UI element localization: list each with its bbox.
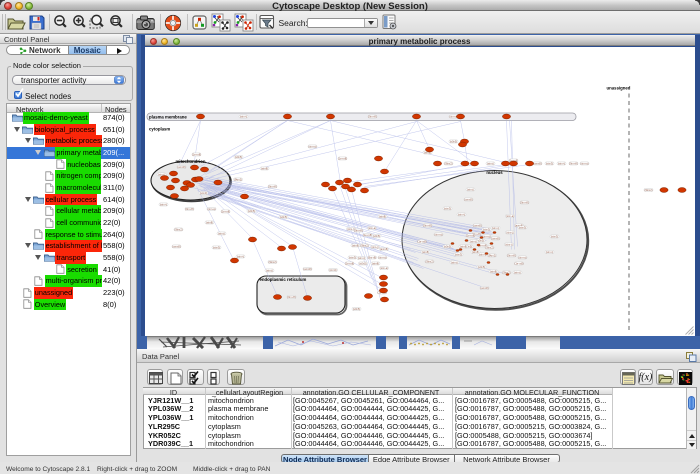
svg-text:(s0n5): (s0n5) [352, 307, 359, 311]
svg-text:(sim-a): (sim-a) [434, 232, 442, 236]
svg-text:(stm3): (stm3) [212, 245, 219, 249]
svg-text:(stm3): (stm3) [329, 268, 336, 272]
svg-text:plasma membrane: plasma membrane [149, 114, 187, 119]
svg-text:(1e-m8): (1e-m8) [514, 261, 523, 265]
svg-text:(sim8): (sim8) [421, 250, 428, 254]
svg-text:(s0n5): (s0n5) [372, 234, 379, 238]
svg-text:(s0n5): (s0n5) [477, 265, 484, 269]
svg-text:(9km2): (9km2) [425, 259, 433, 263]
svg-text:(anm8): (anm8) [473, 223, 481, 227]
svg-text:(sim8): (sim8) [459, 244, 466, 248]
svg-text:(sim-j): (sim-j) [513, 270, 520, 274]
svg-text:unassigned: unassigned [606, 85, 630, 90]
svg-text:(9m-r8): (9m-r8) [368, 114, 377, 118]
svg-text:(9m-r8): (9m-r8) [423, 223, 432, 227]
svg-text:(sim-t): (sim-t) [236, 254, 243, 258]
svg-text:(sim-a): (sim-a) [518, 255, 526, 259]
svg-text:(s0n5): (s0n5) [247, 209, 254, 213]
svg-text:(1e-m8): (1e-m8) [417, 239, 426, 243]
svg-text:(s0n5): (s0n5) [443, 244, 450, 248]
svg-text:(9m-r8): (9m-r8) [287, 295, 296, 299]
svg-text:(9m-r8): (9m-r8) [520, 200, 529, 204]
svg-text:(sim8): (sim8) [260, 166, 267, 170]
svg-text:(sim-a): (sim-a) [505, 214, 513, 218]
svg-text:(9km2): (9km2) [233, 177, 241, 181]
svg-text:(stm3): (stm3) [482, 227, 489, 231]
svg-text:(stm3): (stm3) [199, 191, 206, 195]
svg-text:(sim-j): (sim-j) [265, 268, 272, 272]
svg-text:(1e-m8): (1e-m8) [337, 156, 346, 160]
svg-text:(anm8): (anm8) [491, 236, 499, 240]
svg-text:(stm3): (stm3) [443, 206, 450, 210]
svg-text:(9km2): (9km2) [174, 227, 182, 231]
svg-text:(s0n5): (s0n5) [234, 155, 241, 159]
svg-text:(sim-a): (sim-a) [482, 234, 490, 238]
svg-text:(1e-m8): (1e-m8) [191, 152, 200, 156]
svg-text:(9km2): (9km2) [644, 188, 652, 192]
svg-text:(9km2): (9km2) [487, 253, 495, 257]
svg-text:(sim-t): (sim-t) [491, 226, 498, 230]
svg-text:(sim-j): (sim-j) [506, 230, 513, 234]
svg-text:(9km2): (9km2) [444, 161, 452, 165]
svg-text:(sim-j): (sim-j) [450, 260, 457, 264]
svg-text:(s0n5): (s0n5) [359, 261, 366, 265]
svg-text:(1e-m8): (1e-m8) [344, 261, 353, 265]
svg-text:(stm3): (stm3) [348, 255, 355, 259]
svg-text:(anm8): (anm8) [379, 247, 387, 251]
svg-text:(s0n5): (s0n5) [279, 215, 286, 219]
svg-text:(sim-t): (sim-t) [357, 256, 364, 260]
svg-text:(sim-t): (sim-t) [505, 242, 512, 246]
svg-text:(sim-a): (sim-a) [379, 266, 387, 270]
svg-text:(stm3): (stm3) [518, 225, 525, 229]
svg-text:(sim-t): (sim-t) [239, 114, 246, 118]
svg-text:(anm8): (anm8) [303, 267, 311, 271]
svg-text:nucleus: nucleus [486, 170, 503, 175]
svg-text:(sim8): (sim8) [205, 220, 212, 224]
svg-text:(sim8): (sim8) [489, 269, 496, 273]
svg-text:(stm3): (stm3) [454, 252, 461, 256]
svg-text:(sim-j): (sim-j) [466, 187, 473, 191]
svg-text:(sim8): (sim8) [371, 261, 378, 265]
svg-text:(s0n5): (s0n5) [449, 139, 456, 143]
svg-text:endoplasmic reticulum: endoplasmic reticulum [259, 277, 306, 282]
svg-text:(anm8): (anm8) [464, 197, 472, 201]
svg-text:(sim-j): (sim-j) [217, 231, 224, 235]
svg-text:(anm8): (anm8) [177, 165, 185, 169]
svg-text:(9km2): (9km2) [360, 243, 368, 247]
svg-text:(sim-j): (sim-j) [469, 239, 476, 243]
svg-text:(sim-j): (sim-j) [371, 245, 378, 249]
svg-text:(sim-t): (sim-t) [457, 212, 464, 216]
svg-text:(stm3): (stm3) [550, 234, 557, 238]
svg-text:(stm3): (stm3) [545, 161, 552, 165]
svg-text:(anm8): (anm8) [172, 244, 180, 248]
svg-text:(sim-a): (sim-a) [308, 144, 316, 148]
svg-text:(9m-r8): (9m-r8) [507, 253, 516, 257]
svg-text:(sim8): (sim8) [351, 243, 358, 247]
svg-text:(1e-m8): (1e-m8) [362, 233, 371, 237]
svg-text:(9m-r8): (9m-r8) [354, 228, 363, 232]
svg-text:(sim8): (sim8) [378, 214, 385, 218]
svg-text:(sim-j): (sim-j) [486, 161, 493, 165]
svg-text:(9m-r8): (9m-r8) [185, 207, 194, 211]
svg-text:(anm8): (anm8) [480, 286, 488, 290]
svg-text:(sim-a): (sim-a) [207, 207, 215, 211]
svg-text:(sim-t): (sim-t) [545, 250, 552, 254]
svg-text:(1e-m8): (1e-m8) [465, 233, 474, 237]
svg-text:(9m-r8): (9m-r8) [367, 255, 376, 259]
svg-text:cytoplasm: cytoplasm [149, 126, 170, 131]
svg-text:(1e-m8): (1e-m8) [220, 209, 229, 213]
svg-text:(9km2): (9km2) [268, 260, 276, 264]
svg-text:(anm8): (anm8) [533, 161, 541, 165]
svg-text:(9km2): (9km2) [485, 245, 493, 249]
svg-text:(sim-t): (sim-t) [159, 202, 166, 206]
svg-text:(sim-t): (sim-t) [557, 161, 564, 165]
svg-text:(sim-a): (sim-a) [378, 255, 386, 259]
svg-text:(9m-r8): (9m-r8) [569, 161, 578, 165]
svg-text:(sim-a): (sim-a) [367, 226, 375, 230]
svg-text:mitochondrion: mitochondrion [175, 159, 205, 164]
svg-text:(9m-r8): (9m-r8) [268, 184, 277, 188]
svg-text:(sim-a): (sim-a) [580, 161, 588, 165]
